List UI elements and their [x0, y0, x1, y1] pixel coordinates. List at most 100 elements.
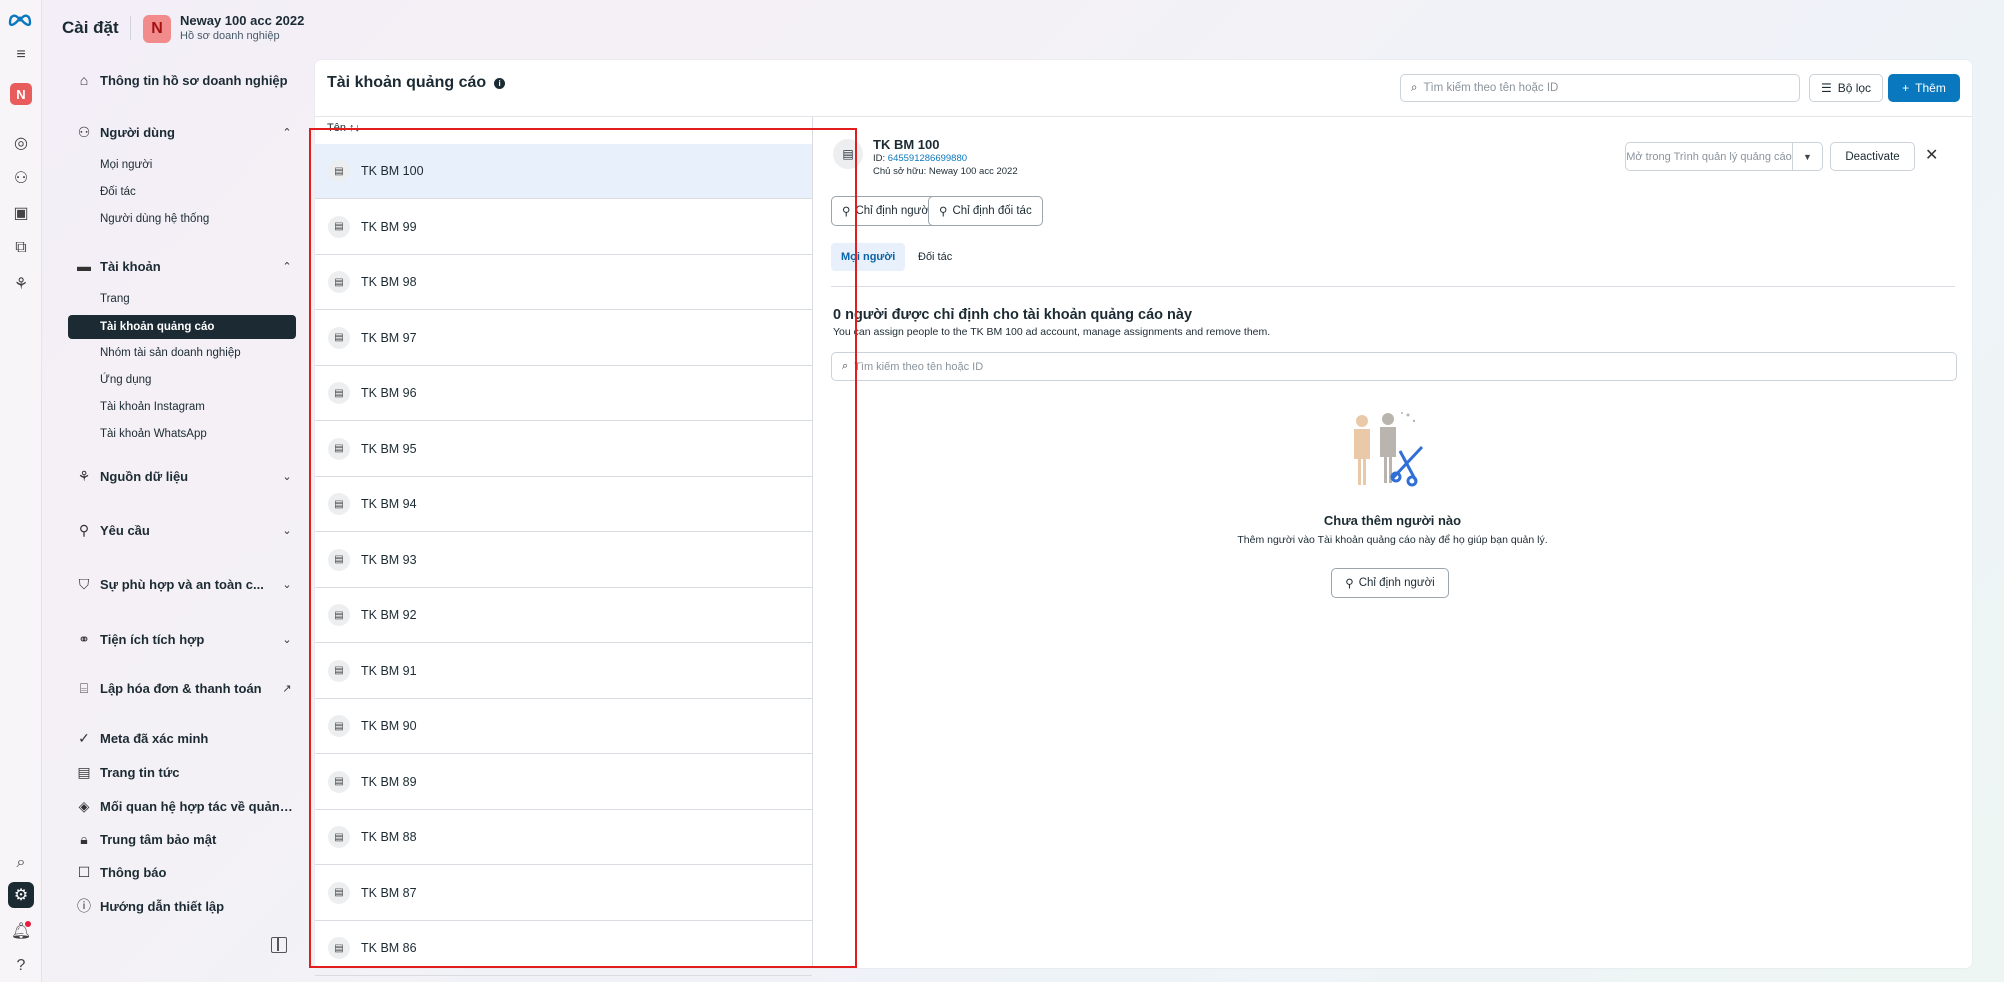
search-icon[interactable]: ⌕ [8, 850, 34, 876]
ad-account-icon: ▤ [328, 881, 350, 904]
sidebar-item-instagram-accounts[interactable]: Tài khoản Instagram [100, 401, 205, 413]
catalog-icon[interactable]: ⧉ [8, 235, 34, 261]
ad-account-row-label: TK BM 87 [361, 885, 417, 900]
search-icon: ⌕ [842, 360, 849, 372]
close-icon[interactable]: ✕ [1925, 145, 1938, 165]
sidebar-item-system-users[interactable]: Người dùng hệ thống [100, 213, 209, 225]
empty-state-title: Chưa thêm người nào [1323, 513, 1462, 528]
ad-account-row[interactable]: ▤ TK BM 98 [315, 255, 812, 310]
assign-partner-button[interactable]: ⚲ Chỉ định đối tác [928, 196, 1043, 226]
ad-account-row-label: TK BM 94 [361, 497, 417, 511]
pages-icon[interactable]: ▣ [8, 200, 34, 226]
sidebar-item-label: Thông tin hồ sơ doanh nghiệp [100, 72, 288, 88]
ad-account-owner: Chủ sở hữu: Neway 100 acc 2022 [873, 166, 1018, 177]
info-icon[interactable]: i [494, 77, 506, 89]
sidebar-item-pages[interactable]: Trang [100, 293, 130, 305]
deactivate-button[interactable]: Deactivate [1830, 142, 1915, 171]
id-value[interactable]: 645591286699880 [888, 153, 967, 164]
ad-account-row-label: TK BM 91 [361, 663, 417, 678]
filter-button[interactable]: ☰ Bộ lọc [1809, 74, 1883, 102]
sidebar-section-users[interactable]: ⚇ Người dùng ⌃ [62, 122, 297, 142]
sidebar-item-business-asset-groups[interactable]: Nhóm tài sản doanh nghiệp [100, 347, 241, 359]
sidebar-item-label: Người dùng [100, 124, 175, 140]
sidebar-item-meta-verified[interactable]: ✓ Meta đã xác minh [62, 728, 297, 748]
ad-account-icon: ▤ [328, 437, 350, 460]
ad-account-icon: ▤ [328, 160, 350, 182]
ad-account-row[interactable]: ▤ TK BM 90 [315, 699, 812, 754]
sidebar-item-label: Trung tâm bảo mật [100, 831, 217, 847]
people-icon[interactable]: ⚇ [8, 165, 34, 191]
sidebar-item-apps[interactable]: Ứng dụng [100, 374, 151, 386]
chevron-down-icon: ⌄ [282, 578, 292, 591]
sidebar-item-partners[interactable]: Đối tác [100, 186, 136, 198]
help-icon[interactable]: ? [8, 953, 34, 979]
ad-account-row[interactable]: ▤ TK BM 93 [315, 533, 812, 588]
sidebar-section-integrations[interactable]: ⚭ Tiện ích tích hợp ⌄ [62, 629, 297, 649]
ad-account-row[interactable]: ▤ TK BM 89 [315, 755, 812, 810]
business-avatar[interactable]: N [143, 15, 171, 43]
ad-account-row[interactable]: ▤ TK BM 88 [315, 810, 812, 865]
ad-account-row[interactable]: ▤ TK BM 91 [315, 644, 812, 699]
sidebar-item-news-feed[interactable]: ▤ Trang tin tức [62, 762, 297, 782]
question-circle-icon: ⓘ [77, 898, 91, 914]
avatar[interactable]: N [10, 83, 32, 105]
business-name[interactable]: Neway 100 acc 2022 [180, 13, 304, 28]
sidebar-item-label: Yêu cầu [100, 522, 150, 538]
ad-account-row[interactable]: ▤ TK BM 94 [315, 477, 812, 532]
assign-partner-label: Chỉ định đối tác [952, 205, 1032, 217]
search-placeholder: Tìm kiếm theo tên hoặc ID [1423, 82, 1559, 94]
ad-account-row-label: TK BM 100 [361, 164, 424, 178]
tab-people[interactable]: Mọi người [831, 243, 906, 271]
ad-account-row[interactable]: ▤ TK BM 100 [315, 144, 812, 199]
sidebar-section-data-sources[interactable]: ⚘ Nguồn dữ liệu ⌄ [62, 466, 297, 486]
sidebar-item-setup-guide[interactable]: ⓘ Hướng dẫn thiết lập [62, 896, 297, 916]
id-label: ID: [873, 153, 888, 164]
ad-account-row[interactable]: ▤ TK BM 99 [315, 200, 812, 255]
tab-partners[interactable]: Đối tác [908, 243, 962, 271]
assign-people-empty-button[interactable]: ⚲ Chỉ định người [1331, 568, 1449, 598]
assigned-people-description: You can assign people to the TK BM 100 a… [833, 326, 1271, 338]
open-in-ads-manager-button[interactable]: Mở trong Trình quản lý quảng cáo ▼ [1625, 142, 1823, 171]
chevron-down-icon[interactable]: ▼ [1792, 143, 1822, 170]
divider [315, 116, 1972, 117]
sidebar-section-compliance[interactable]: ⛉ Sự phù hợp và an toàn c... ⌄ [62, 574, 297, 594]
menu-icon[interactable]: ≡ [8, 42, 34, 68]
ad-account-row[interactable]: ▤ TK BM 86 [315, 921, 812, 976]
assign-people-button[interactable]: ⚲ Chỉ định người [831, 196, 943, 226]
collapse-sidebar-icon[interactable] [271, 937, 287, 953]
sidebar-item-ad-accounts[interactable]: Tài khoản quảng cáo [68, 315, 296, 339]
bell-icon[interactable]: 🔔︎ [8, 918, 34, 944]
sort-by-name-header[interactable]: Tên ↑↓ [327, 122, 360, 134]
gear-icon[interactable]: ⚙ [8, 882, 34, 908]
sidebar-item-people[interactable]: Mọi người [100, 159, 152, 171]
add-button[interactable]: + Thêm [1888, 74, 1960, 102]
sidebar-section-requests[interactable]: ⚲ Yêu cầu ⌄ [62, 520, 297, 540]
ad-account-row[interactable]: ▤ TK BM 95 [315, 422, 812, 477]
lock-icon: 🔒︎ [80, 830, 88, 847]
filter-label: Bộ lọc [1837, 81, 1872, 95]
search-input[interactable]: ⌕ Tìm kiếm theo tên hoặc ID [1400, 74, 1800, 102]
open-in-ads-manager-label: Mở trong Trình quản lý quảng cáo [1626, 150, 1792, 163]
sidebar-section-accounts[interactable]: ▬ Tài khoản ⌃ [62, 256, 297, 276]
sidebar-item-notifications[interactable]: ☐ Thông báo [62, 862, 297, 882]
sidebar-item-security-center[interactable]: 🔒︎ Trung tâm bảo mật [62, 829, 297, 849]
sidebar-item-business-info[interactable]: ⌂ Thông tin hồ sơ doanh nghiệp [62, 70, 297, 90]
ad-account-icon: ▤ [328, 382, 350, 404]
ad-account-row[interactable]: ▤ TK BM 87 [315, 866, 812, 921]
ad-account-icon: ▤ [328, 215, 350, 238]
ad-account-row[interactable]: ▤ TK BM 92 [315, 588, 812, 643]
meta-logo-icon[interactable] [7, 6, 33, 32]
sidebar-item-billing[interactable]: ⌸ Lập hóa đơn & thanh toán ↗ [62, 678, 297, 698]
people-search-input[interactable]: ⌕ Tìm kiếm theo tên hoặc ID [831, 352, 1957, 381]
bank-icon: ⌸ [79, 679, 89, 696]
sidebar-item-label: Nguồn dữ liệu [100, 468, 189, 484]
ad-account-row[interactable]: ▤ TK BM 97 [315, 311, 812, 366]
filter-icon: ☰ [1820, 81, 1832, 95]
ad-account-row[interactable]: ▤ TK BM 96 [315, 366, 812, 421]
ad-account-row-label: TK BM 95 [361, 441, 417, 456]
sidebar-item-whatsapp-accounts[interactable]: Tài khoản WhatsApp [100, 428, 207, 440]
integrations-icon[interactable]: ⚘ [8, 271, 34, 297]
ad-account-id: ID: 645591286699880 [873, 153, 967, 164]
compass-icon[interactable]: ◎ [8, 130, 34, 156]
sidebar-item-ad-partnerships[interactable]: ◈ Mối quan hệ hợp tác về quảng ... [62, 796, 297, 816]
